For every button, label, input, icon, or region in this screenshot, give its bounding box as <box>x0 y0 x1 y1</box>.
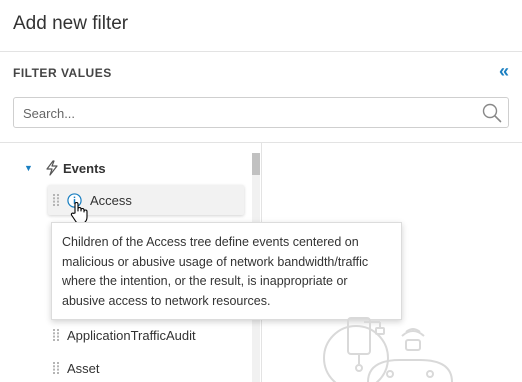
search-input[interactable] <box>23 104 478 122</box>
drag-handle-icon[interactable] <box>53 329 59 341</box>
tree-item-asset[interactable]: Asset <box>48 353 100 382</box>
tree-item-label: Asset <box>67 360 100 376</box>
tree-item-label: ApplicationTrafficAudit <box>67 327 196 343</box>
dialog-header: Add new filter <box>0 0 522 52</box>
caret-down-icon[interactable]: ▼ <box>24 163 34 173</box>
dialog-title: Add new filter <box>13 13 129 34</box>
tree-node-label: Events <box>63 160 106 176</box>
tree-item-label: Access <box>90 192 132 208</box>
bolt-icon <box>46 160 58 176</box>
drag-handle-icon[interactable] <box>53 194 59 206</box>
drag-handle-icon[interactable] <box>53 362 59 374</box>
search-box[interactable] <box>13 97 509 128</box>
scrollbar-thumb[interactable] <box>252 153 260 175</box>
tree-item-application-traffic-audit[interactable]: ApplicationTrafficAudit <box>48 320 196 350</box>
tree-node-events[interactable]: ▼ Events <box>24 158 106 178</box>
search-icon[interactable] <box>482 103 502 123</box>
filter-values-heading: FILTER VALUES <box>13 66 112 80</box>
collapse-panel-icon[interactable]: « <box>499 62 509 80</box>
devices-illustration-icon <box>323 317 453 382</box>
